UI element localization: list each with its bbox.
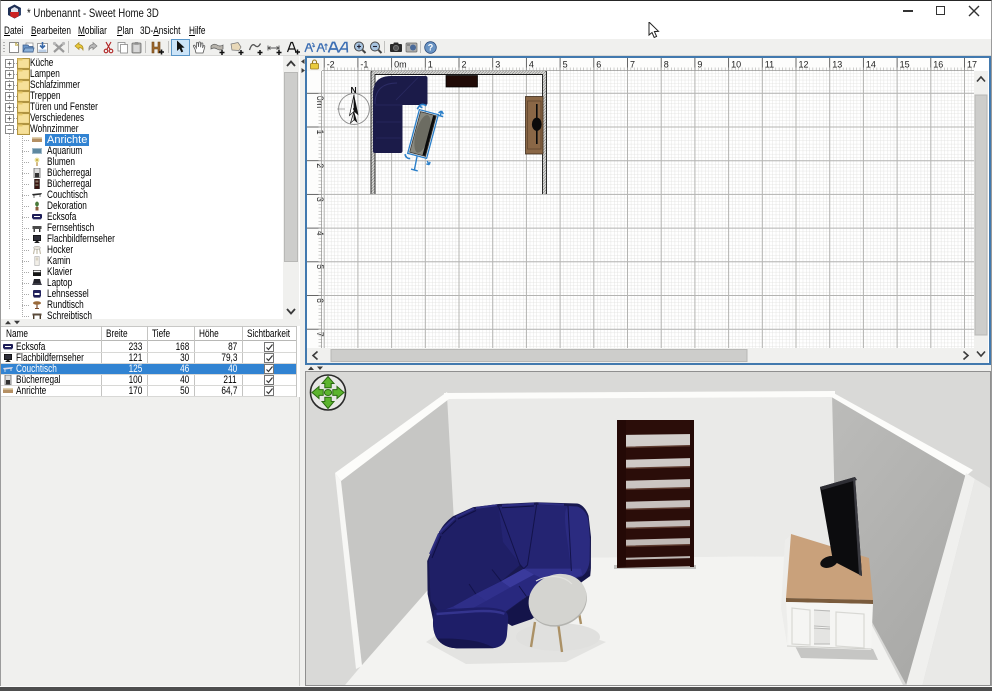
svg-text:0m: 0m	[315, 96, 325, 109]
svg-text:16: 16	[933, 60, 943, 70]
svg-text:12: 12	[799, 60, 809, 70]
svg-text:11: 11	[765, 60, 774, 70]
svg-text:10: 10	[731, 60, 741, 70]
svg-text:17: 17	[967, 60, 977, 70]
svg-text:0m: 0m	[394, 60, 407, 70]
svg-text:N: N	[351, 85, 357, 95]
svg-text:?: ?	[428, 43, 434, 53]
svg-text:15: 15	[900, 60, 910, 70]
svg-text:14: 14	[866, 60, 876, 70]
svg-text:13: 13	[832, 60, 842, 70]
